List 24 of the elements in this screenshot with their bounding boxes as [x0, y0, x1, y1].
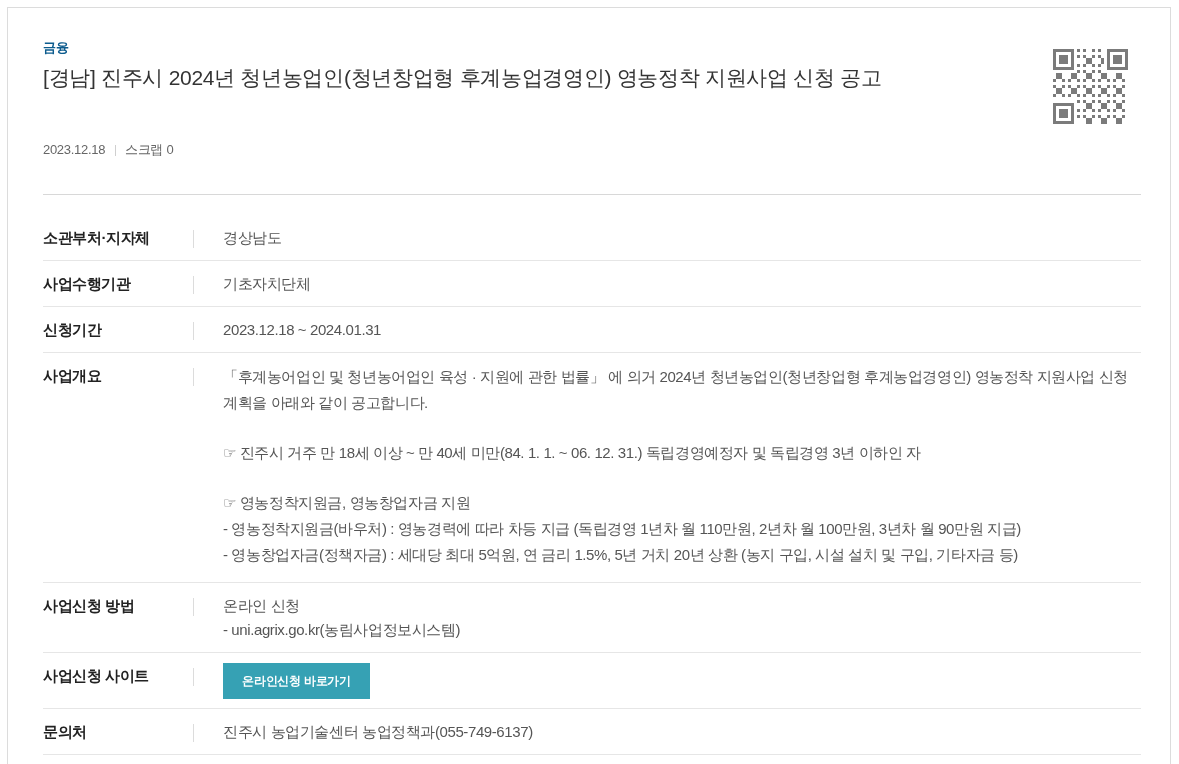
field-value: 진주시 농업기술센터 농업정책과(055-749-6137): [223, 722, 533, 742]
field-label: 사업수행기관: [43, 274, 132, 294]
overview-text: ☞ 진주시 거주 만 18세 이상 ~ 만 40세 미만(84. 1. 1. ~ 06. 12. 31.) 독립경영예정자 및 독립경영 3년 이하인 자: [223, 443, 922, 463]
field-value: 경상남도: [223, 228, 282, 248]
field-value: 2023.12.18 ~ 2024.01.31: [223, 320, 382, 340]
online-apply-button[interactable]: 온라인신청 바로가기: [223, 663, 370, 699]
overview-text: - 영농정착지원금(바우처) : 영농경력에 따라 차등 지급 (독립경영 1년차 월 110만원, 2년차 월 100만원, 3년차 월 90만원 지급): [223, 519, 1022, 539]
overview-text: 「후계농어업인 및 청년농어업인 육성 · 지원에 관한 법률」 에 의거 2024년 청년농업인(청년창업형 후계농업경영인) 영농정착 지원사업 신청 계획을 아래와 같이 공고합니다.: [223, 367, 1130, 413]
field-label: 사업신청 방법: [43, 596, 136, 616]
field-value: 온라인 신청: [223, 596, 300, 616]
field-label: 문의처: [43, 722, 88, 742]
field-label: 사업개요: [43, 366, 103, 386]
category-label: 금융: [43, 39, 70, 57]
field-label: 신청기간: [43, 320, 103, 340]
overview-text: ☞ 영농정착지원금, 영농창업자금 지원: [223, 493, 472, 513]
scrap-count: 스크랩 0: [125, 141, 174, 159]
field-label: 소관부처·지자체: [43, 228, 151, 248]
field-label: 사업신청 사이트: [43, 666, 150, 686]
qr-code-icon: [1053, 49, 1128, 124]
field-value: - uni.agrix.go.kr(농림사업정보시스템): [223, 620, 461, 640]
field-value: 기초자치단체: [223, 274, 311, 294]
notice-title: [경남] 진주시 2024년 청년농업인(청년창업형 후계농업경영인) 영농정착 지원사업 신청 공고: [43, 65, 883, 91]
post-date: 2023.12.18: [43, 141, 106, 159]
overview-text: - 영농창업자금(정책자금) : 세대당 최대 5억원, 연 금리 1.5%, 5년 거치 20년 상환 (농지 구입, 시설 설치 및 구입, 기타자금 등): [223, 545, 1019, 565]
